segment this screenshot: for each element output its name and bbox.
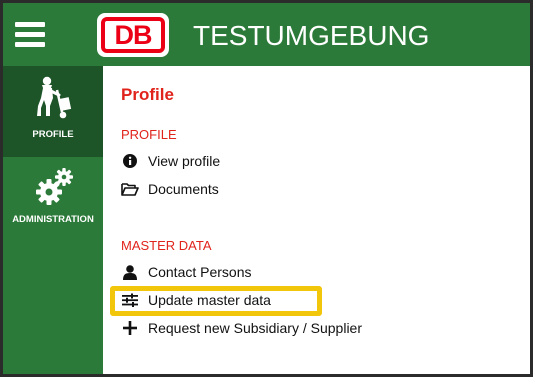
menu-item-documents[interactable]: Documents	[121, 179, 219, 199]
logo-text: DB	[114, 19, 153, 50]
section-heading-profile: PROFILE	[121, 127, 177, 142]
menu-item-label: Update master data	[148, 292, 271, 308]
sidebar-item-administration[interactable]: ADMINISTRATION	[3, 157, 103, 237]
folder-open-icon	[121, 181, 139, 197]
top-bar: DB TESTUMGEBUNG	[3, 3, 530, 66]
user-icon	[121, 264, 139, 280]
menu-item-label: Documents	[148, 181, 219, 197]
app-window: DB TESTUMGEBUNG PROFILE ADMINISTRATION P…	[3, 3, 530, 374]
page-title: Profile	[121, 85, 174, 104]
plus-icon	[121, 320, 139, 336]
gears-icon	[36, 168, 73, 205]
menu-item-label: View profile	[148, 153, 221, 169]
section-heading-master-data: MASTER DATA	[121, 238, 212, 253]
app-title: TESTUMGEBUNG	[193, 20, 430, 51]
menu-item-view-profile[interactable]: View profile	[121, 151, 220, 171]
hamburger-icon[interactable]	[15, 22, 45, 48]
sidebar: PROFILE ADMINISTRATION	[3, 66, 103, 374]
sidebar-item-label: PROFILE	[32, 129, 74, 140]
info-circle-icon	[121, 153, 139, 169]
menu-item-label: Contact Persons	[148, 264, 252, 280]
main-content: Profile PROFILE View profile Documents M…	[103, 66, 530, 374]
sidebar-item-label: ADMINISTRATION	[12, 214, 94, 225]
sliders-icon	[121, 292, 139, 308]
hand-truck-person-icon	[37, 76, 72, 119]
menu-item-update-master-data[interactable]: Update master data	[121, 290, 271, 310]
menu-item-contact-persons[interactable]: Contact Persons	[121, 262, 252, 282]
db-logo: DB	[97, 13, 169, 57]
menu-item-label: Request new Subsidiary / Supplier	[148, 320, 363, 336]
sidebar-item-profile[interactable]: PROFILE	[3, 66, 103, 157]
menu-item-request-new-subsidiary[interactable]: Request new Subsidiary / Supplier	[121, 318, 362, 338]
